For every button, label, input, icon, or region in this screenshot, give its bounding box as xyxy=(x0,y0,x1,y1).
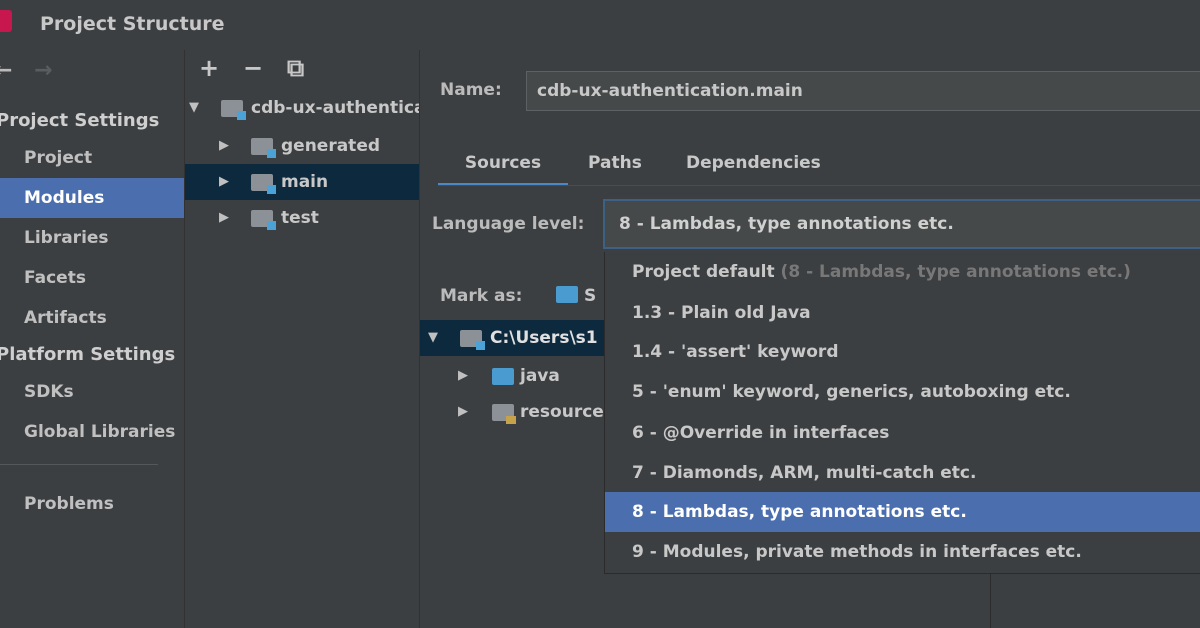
module-folder-icon xyxy=(251,174,276,194)
tabs-divider xyxy=(438,185,1200,186)
panel-divider xyxy=(990,574,991,628)
project-settings-header: Project Settings xyxy=(0,110,160,131)
tab-paths[interactable]: Paths xyxy=(588,146,642,186)
mark-as-label: Mark as: xyxy=(440,286,523,306)
module-tree-pane: +−⧉ ▼ cdb-ux-authenticatio ▶ generated ▶… xyxy=(184,50,420,628)
collapsed-arrow-icon[interactable]: ▶ xyxy=(219,200,229,236)
back-arrow-icon[interactable]: ← xyxy=(0,58,34,83)
dropdown-option[interactable]: 7 - Diamonds, ARM, multi-catch etc. xyxy=(605,453,1200,493)
add-icon[interactable]: + xyxy=(199,54,243,82)
sidebar-item-artifacts[interactable]: Artifacts xyxy=(0,298,184,338)
tab-dependencies[interactable]: Dependencies xyxy=(686,146,821,186)
dropdown-option-project-default[interactable]: Project default (8 - Lambdas, type annot… xyxy=(605,252,1200,292)
sidebar-item-problems[interactable]: Problems xyxy=(0,484,184,524)
collapsed-arrow-icon[interactable]: ▶ xyxy=(458,394,468,430)
sidebar-item-sdks[interactable]: SDKs xyxy=(0,372,184,412)
sidebar-item-libraries[interactable]: Libraries xyxy=(0,218,184,258)
sidebar-divider xyxy=(0,464,158,465)
dropdown-option[interactable]: 1.3 - Plain old Java xyxy=(605,293,1200,333)
module-folder-icon xyxy=(251,210,276,230)
platform-settings-header: Platform Settings xyxy=(0,344,176,365)
folder-icon xyxy=(460,330,485,350)
copy-icon[interactable]: ⧉ xyxy=(287,54,331,82)
collapsed-arrow-icon[interactable]: ▶ xyxy=(219,128,229,164)
content-item-label: resources xyxy=(520,402,610,422)
dropdown-option[interactable]: 9 - Modules, private methods in interfac… xyxy=(605,532,1200,572)
option-label: Project default xyxy=(632,262,775,282)
tree-item-label: main xyxy=(281,172,329,192)
intellij-app-icon xyxy=(0,10,12,32)
tree-item-label: generated xyxy=(281,136,381,156)
tree-root-label: cdb-ux-authenticatio xyxy=(251,98,419,118)
remove-icon[interactable]: − xyxy=(243,54,287,82)
module-folder-icon xyxy=(221,100,246,120)
module-folder-icon xyxy=(251,138,276,158)
sidebar-item-global-libraries[interactable]: Global Libraries xyxy=(0,412,184,452)
resources-folder-icon xyxy=(492,404,516,424)
content-item-label: java xyxy=(520,366,560,386)
window-title: Project Structure xyxy=(40,13,225,35)
tree-row-test[interactable]: ▶ test xyxy=(185,200,419,236)
content-row-java[interactable]: ▶ java xyxy=(420,358,610,394)
content-root-path: C:\Users\s1 xyxy=(490,328,598,348)
nav-arrows: ← → xyxy=(0,58,74,83)
dropdown-option[interactable]: 6 - @Override in interfaces xyxy=(605,413,1200,453)
language-level-dropdown: Project default (8 - Lambdas, type annot… xyxy=(604,252,1200,574)
forward-arrow-icon[interactable]: → xyxy=(34,58,74,83)
source-folder-icon xyxy=(492,368,514,385)
expanded-arrow-icon[interactable]: ▼ xyxy=(428,320,438,356)
tree-toolbar: + − ⧉ xyxy=(199,54,331,82)
content-root-row[interactable]: ▼ C:\Users\s1 xyxy=(420,320,610,356)
sidebar-item-project[interactable]: Project xyxy=(0,138,184,178)
settings-sidebar: ← → Project Settings Project Modules Libr… xyxy=(0,50,184,628)
expanded-arrow-icon[interactable]: ▼ xyxy=(189,90,199,126)
collapsed-arrow-icon[interactable]: ▶ xyxy=(458,358,468,394)
sidebar-item-facets[interactable]: Facets xyxy=(0,258,184,298)
tree-row-generated[interactable]: ▶ generated xyxy=(185,128,419,164)
tree-row-root[interactable]: ▼ cdb-ux-authenticatio xyxy=(185,90,419,126)
sources-folder-icon[interactable] xyxy=(556,286,578,303)
name-label: Name: xyxy=(440,80,502,100)
option-hint: (8 - Lambdas, type annotations etc.) xyxy=(780,262,1131,282)
dropdown-option[interactable]: 5 - 'enum' keyword, generics, autoboxing… xyxy=(605,372,1200,412)
tab-sources[interactable]: Sources xyxy=(438,146,568,186)
dropdown-option[interactable]: 1.4 - 'assert' keyword xyxy=(605,332,1200,372)
dropdown-option-selected[interactable]: 8 - Lambdas, type annotations etc. xyxy=(605,492,1200,532)
collapsed-arrow-icon[interactable]: ▶ xyxy=(219,164,229,200)
title-bar: Project Structure xyxy=(0,0,1200,50)
sidebar-item-modules[interactable]: Modules xyxy=(0,178,184,218)
content-row-resources[interactable]: ▶ resources xyxy=(420,394,610,430)
tree-row-main[interactable]: ▶ main xyxy=(185,164,419,200)
language-level-label: Language level: xyxy=(432,214,585,234)
tree-item-label: test xyxy=(281,208,319,228)
name-field[interactable]: cdb-ux-authentication.main xyxy=(526,71,1200,111)
mark-as-sources-button[interactable]: S xyxy=(584,286,596,306)
language-level-select[interactable]: 8 - Lambdas, type annotations etc. xyxy=(603,199,1200,249)
